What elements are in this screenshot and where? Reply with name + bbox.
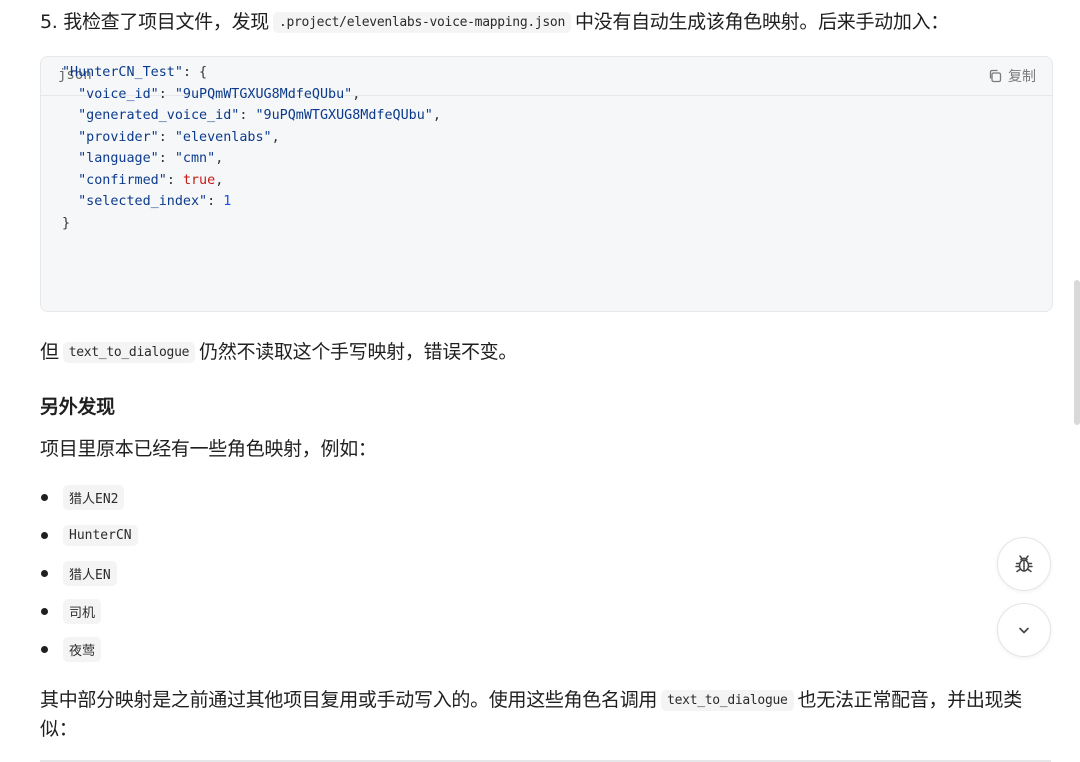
code-string: "elevenlabs": [174, 129, 272, 145]
mapping-list: 猎人EN2 HunterCN 猎人EN 司机 夜莺: [40, 478, 138, 668]
mapping-code: 夜莺: [63, 636, 102, 662]
chevron-down-icon: [1019, 627, 1029, 634]
step-5-paragraph: 5. 我检查了项目文件，发现 .project/elevenlabs-voice-…: [40, 8, 949, 37]
para2-prefix: 但: [40, 341, 59, 363]
step-5-prefix: 5. 我检查了项目文件，发现: [40, 11, 269, 33]
code-key: "provider": [78, 129, 159, 145]
paragraph-text-to-dialogue: 但 text_to_dialogue 仍然不读取这个手写映射，错误不变。: [40, 338, 517, 367]
code-string: "cmn": [174, 151, 216, 166]
section-heading: 另外发现: [40, 396, 115, 418]
json-code: "HunterCN_Test": { "voice_id": "9uPQmWTG…: [62, 65, 441, 231]
mapping-code: HunterCN: [63, 524, 138, 546]
bullet: [41, 569, 48, 577]
mapping-code: 猎人EN2: [63, 484, 125, 510]
bullet: [41, 645, 48, 653]
paragraph-reuse: 其中部分映射是之前通过其他项目复用或手动写入的。使用这些角色名调用 text_to…: [40, 686, 1053, 743]
scrollbar-thumb[interactable]: [1074, 280, 1080, 425]
code-punct: : {: [182, 65, 208, 80]
bullet: [41, 493, 48, 501]
list-item: HunterCN: [40, 516, 138, 554]
step-5-suffix: 中没有自动生成该角色映射。后来手动加入：: [574, 11, 949, 33]
para2-suffix: 仍然不读取这个手写映射，错误不变。: [199, 341, 518, 363]
copy-label: 复制: [1008, 69, 1036, 85]
bullet: [41, 607, 48, 615]
scroll-down-button[interactable]: [997, 603, 1051, 657]
inline-code: text_to_dialogue: [661, 690, 794, 711]
code-punct: }: [62, 215, 71, 231]
paragraph-existing-mappings: 项目里原本已经有一些角色映射，例如：: [40, 438, 377, 460]
list-item: 夜莺: [40, 630, 138, 668]
code-string: "9uPQmWTGXUG8MdfeQUbu": [174, 86, 353, 102]
code-key: "selected_index": [78, 194, 208, 209]
para4-prefix: 其中部分映射是之前通过其他项目复用或手动写入的。使用这些角色名调用: [40, 689, 658, 711]
code-key: "HunterCN_Test": [62, 65, 183, 80]
list-item: 猎人EN2: [40, 478, 138, 516]
debug-button[interactable]: [997, 537, 1051, 591]
file-path-code: .project/elevenlabs-voice-mapping.json: [272, 12, 571, 33]
copy-icon: [989, 69, 1002, 83]
inline-code: text_to_dialogue: [62, 342, 196, 363]
code-key: "generated_voice_id": [78, 108, 240, 123]
code-key: "voice_id": [78, 86, 159, 102]
code-string: "9uPQmWTGXUG8MdfeQUbu": [255, 108, 433, 123]
list-item: 司机: [40, 592, 138, 630]
code-boolean: true: [182, 172, 216, 188]
code-number: 1: [223, 194, 232, 209]
code-key: "confirmed": [78, 172, 167, 188]
copy-button[interactable]: 复制: [987, 66, 1036, 86]
bug-icon: [1015, 555, 1033, 573]
mapping-code: 猎人EN: [63, 560, 117, 586]
bullet: [41, 531, 48, 539]
mapping-code: 司机: [63, 598, 102, 624]
list-item: 猎人EN: [40, 554, 138, 592]
code-key: "language": [78, 151, 159, 166]
